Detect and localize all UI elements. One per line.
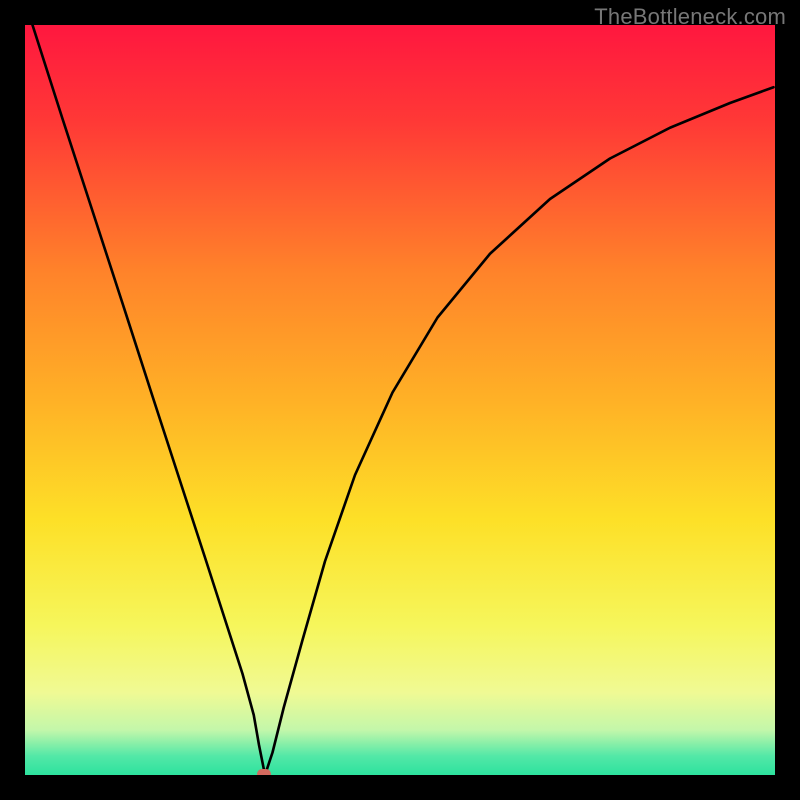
plot-area bbox=[25, 25, 775, 775]
optimal-point-marker bbox=[257, 769, 271, 776]
bottleneck-curve bbox=[25, 25, 775, 775]
chart-frame: TheBottleneck.com bbox=[0, 0, 800, 800]
attribution-label: TheBottleneck.com bbox=[594, 4, 786, 30]
